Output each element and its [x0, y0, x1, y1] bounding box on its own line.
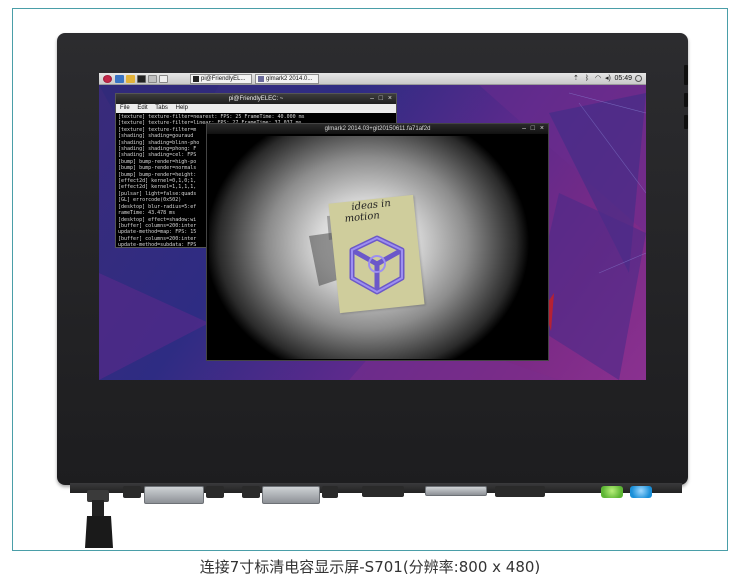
audio-port-green	[601, 486, 623, 498]
menu-icon[interactable]	[103, 75, 112, 83]
ideas-card-text: ideas in motion	[344, 198, 393, 225]
maximize-icon[interactable]: □	[531, 124, 535, 134]
render-canvas: ideas in motion	[209, 136, 546, 359]
close-icon[interactable]: ×	[388, 94, 392, 104]
volume-icon[interactable]: ◂)	[605, 75, 611, 83]
menu-edit[interactable]: Edit	[137, 105, 147, 111]
window-title: pi@FriendlyELEC: ~	[228, 96, 284, 102]
desktop-screen: pi@FriendlyEL... glmark2 2014.0... ⇡ ᛒ ◠…	[99, 73, 646, 380]
usb-port	[206, 486, 224, 498]
usb-port	[242, 486, 260, 498]
bracket	[425, 486, 487, 496]
port	[495, 486, 545, 497]
close-icon[interactable]: ×	[540, 124, 544, 134]
app-icon	[258, 76, 264, 82]
side-button[interactable]	[684, 93, 688, 107]
taskbar-button-terminal[interactable]: pi@FriendlyEL...	[190, 74, 252, 84]
terminal-menubar: File Edit Tabs Help	[116, 104, 396, 113]
power-icon[interactable]	[635, 75, 642, 82]
terminal-icon[interactable]	[137, 75, 146, 83]
document-icon[interactable]	[159, 75, 168, 83]
glmark-window[interactable]: glmark2 2014.03+git20150611.fa71af2d – □…	[206, 123, 549, 361]
minimize-icon[interactable]: –	[370, 94, 374, 104]
upload-icon[interactable]: ⇡	[573, 75, 579, 83]
side-button[interactable]	[684, 65, 688, 85]
menu-tabs[interactable]: Tabs	[155, 105, 168, 111]
menu-help[interactable]: Help	[176, 105, 188, 111]
bluetooth-icon[interactable]: ᛒ	[585, 75, 589, 83]
desktop-icon[interactable]	[148, 75, 157, 83]
terminal-titlebar[interactable]: pi@FriendlyELEC: ~ – □ ×	[116, 94, 396, 104]
taskbar-button-label: pi@FriendlyEL...	[201, 76, 246, 82]
side-button[interactable]	[684, 115, 688, 129]
browser-icon[interactable]	[115, 75, 124, 83]
cube-logo-icon	[349, 235, 405, 295]
usb-port	[123, 486, 141, 498]
audio-port-blue	[630, 486, 652, 498]
vga-port	[262, 486, 320, 504]
window-title: glmark2 2014.03+git20150611.fa71af2d	[324, 126, 431, 132]
power-plug-icon	[85, 490, 113, 548]
caption: 连接7寸标清电容显示屏-S701(分辨率:800 x 480)	[199, 558, 541, 576]
menu-file[interactable]: File	[120, 105, 130, 111]
usb-port	[322, 486, 338, 498]
taskbar: pi@FriendlyEL... glmark2 2014.0... ⇡ ᛒ ◠…	[99, 73, 646, 85]
minimize-icon[interactable]: –	[522, 124, 526, 134]
glmark-titlebar[interactable]: glmark2 2014.03+git20150611.fa71af2d – □…	[207, 124, 548, 134]
taskbar-button-label: glmark2 2014.0...	[266, 76, 313, 82]
hdmi-port	[362, 486, 404, 497]
folder-icon[interactable]	[126, 75, 135, 83]
wifi-icon[interactable]: ◠	[595, 75, 601, 83]
vga-port	[144, 486, 204, 504]
taskbar-button-glmark[interactable]: glmark2 2014.0...	[255, 74, 319, 84]
maximize-icon[interactable]: □	[379, 94, 383, 104]
clock: 05:49	[614, 75, 632, 82]
terminal-icon	[193, 76, 199, 82]
